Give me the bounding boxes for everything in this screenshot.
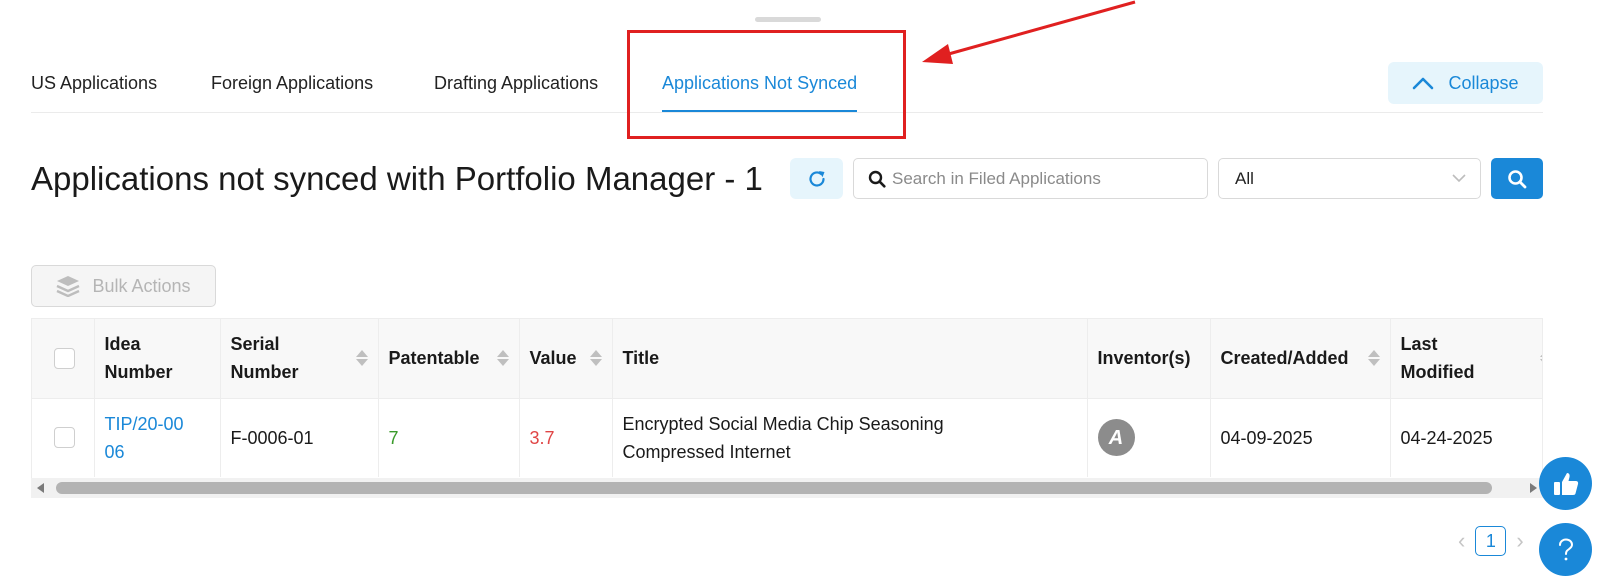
- tab-drafting-applications[interactable]: Drafting Applications: [434, 73, 598, 94]
- refresh-icon: [808, 170, 825, 187]
- layers-icon: [56, 276, 80, 297]
- inventors-cell: A: [1087, 397, 1211, 477]
- bulk-actions-button[interactable]: Bulk Actions: [31, 265, 216, 307]
- sort-icon[interactable]: [1367, 350, 1380, 367]
- column-header-last-modified[interactable]: Last Modified: [1390, 319, 1542, 398]
- question-icon: [1558, 537, 1573, 560]
- column-header-inventors: Inventor(s): [1087, 319, 1211, 398]
- page-number-button[interactable]: 1: [1475, 526, 1507, 556]
- tab-foreign-applications[interactable]: Foreign Applications: [211, 73, 373, 94]
- sort-icon[interactable]: [496, 350, 509, 367]
- search-field[interactable]: [853, 158, 1208, 199]
- patentable-cell: 7: [378, 397, 520, 477]
- table-header-row: Idea Number Serial Number Patentable Val…: [32, 319, 1542, 398]
- row-select-cell: [32, 397, 95, 477]
- filter-select-value: All: [1235, 168, 1254, 188]
- page-title: Applications not synced with Portfolio M…: [31, 160, 763, 197]
- next-page-icon[interactable]: ›: [1516, 528, 1523, 554]
- search-button[interactable]: [1491, 158, 1543, 199]
- refresh-button[interactable]: [790, 158, 843, 199]
- help-button[interactable]: [1539, 523, 1592, 576]
- sort-icon[interactable]: [1539, 350, 1542, 367]
- search-input[interactable]: [892, 168, 1192, 189]
- sort-icon[interactable]: [355, 350, 368, 367]
- idea-number-cell: TIP/20-0006: [94, 397, 221, 477]
- column-header-idea-number: Idea Number: [94, 319, 221, 398]
- created-cell: 04-09-2025: [1210, 397, 1391, 477]
- sort-icon[interactable]: [589, 350, 602, 367]
- applications-table: Idea Number Serial Number Patentable Val…: [31, 318, 1543, 498]
- annotation-highlight-box: [627, 30, 906, 139]
- search-icon: [868, 170, 886, 188]
- scroll-right-icon[interactable]: [1530, 483, 1537, 493]
- modified-cell: 04-24-2025: [1390, 397, 1542, 477]
- avatar[interactable]: A: [1097, 419, 1135, 457]
- collapse-button[interactable]: Collapse: [1388, 62, 1543, 104]
- column-header-patentable[interactable]: Patentable: [378, 319, 520, 398]
- idea-number-link[interactable]: TIP/20-0006: [105, 410, 185, 466]
- header-select-cell: [32, 319, 95, 398]
- tab-us-applications[interactable]: US Applications: [31, 73, 157, 94]
- column-header-serial-number[interactable]: Serial Number: [220, 319, 379, 398]
- scroll-left-icon[interactable]: [37, 483, 44, 493]
- chevron-up-icon: [1413, 77, 1434, 90]
- chevron-down-icon: [1452, 174, 1466, 183]
- pagination: ‹ 1 ›: [1458, 526, 1524, 556]
- feedback-button[interactable]: [1539, 457, 1592, 510]
- column-header-created[interactable]: Created/Added: [1210, 319, 1391, 398]
- collapse-label: Collapse: [1448, 72, 1519, 93]
- drag-handle[interactable]: [755, 17, 821, 22]
- search-icon: [1508, 169, 1527, 188]
- horizontal-scrollbar[interactable]: [31, 478, 1543, 498]
- select-all-checkbox[interactable]: [54, 347, 75, 369]
- filter-select[interactable]: All: [1218, 158, 1481, 199]
- value-cell: 3.7: [519, 397, 613, 477]
- row-checkbox[interactable]: [54, 427, 75, 449]
- bulk-actions-label: Bulk Actions: [92, 275, 191, 296]
- column-header-title: Title: [612, 319, 1088, 398]
- table-row[interactable]: TIP/20-0006 F-0006-01 7 3.7 Encrypted So…: [32, 397, 1542, 477]
- title-cell: Encrypted Social Media Chip Seasoning Co…: [612, 397, 1088, 477]
- scrollbar-thumb[interactable]: [56, 482, 1492, 494]
- thumbs-up-icon: [1553, 472, 1578, 495]
- prev-page-icon[interactable]: ‹: [1458, 528, 1465, 554]
- column-header-value[interactable]: Value: [519, 319, 613, 398]
- serial-number-cell: F-0006-01: [220, 397, 379, 477]
